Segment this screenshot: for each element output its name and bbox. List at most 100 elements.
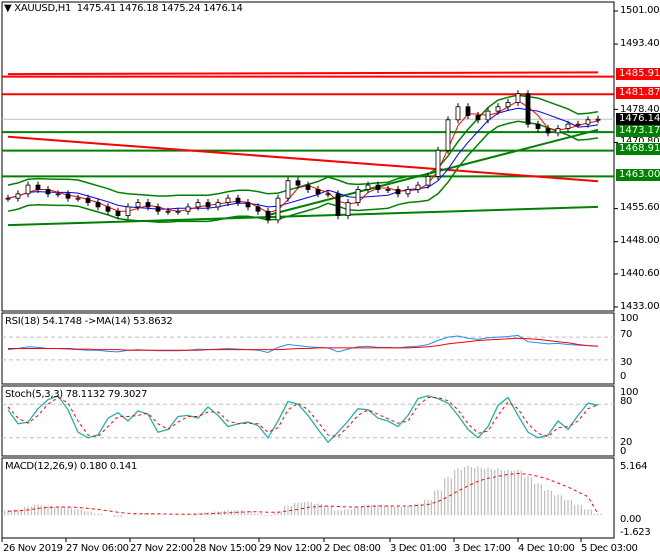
candle-body: [405, 189, 411, 195]
candle-body: [395, 189, 401, 195]
candle-body: [85, 197, 91, 203]
candle-body: [105, 206, 111, 212]
candle-body: [45, 189, 51, 195]
candle-body: [515, 93, 521, 103]
rsi-tick: 70: [620, 329, 633, 340]
stoch-tick: 80: [620, 396, 633, 407]
candle-body: [445, 119, 451, 151]
open-value: 1475.41: [76, 3, 117, 14]
candle-body: [235, 197, 241, 203]
low-value: 1475.24: [161, 3, 201, 14]
x-tick: 3 Dec 17:00: [454, 543, 511, 554]
candle-body: [155, 206, 161, 212]
close-value: 1476.14: [203, 3, 243, 14]
chart-canvas: [1, 1, 618, 542]
candle-body: [135, 202, 141, 208]
x-tick: 29 Nov 12:00: [259, 543, 322, 554]
candle-body: [305, 184, 311, 190]
y-tick: 1440.60: [620, 268, 660, 279]
candle-body: [175, 210, 181, 213]
macd-title: MACD(12,26,9) 0.180 0.141: [5, 461, 138, 472]
candle-body: [245, 202, 251, 208]
candle-body: [165, 210, 171, 213]
candle-body: [595, 118, 601, 121]
macd-tick: 5.164: [620, 461, 648, 472]
candle-body: [485, 110, 491, 121]
candle-body: [65, 193, 71, 199]
candle-body: [465, 106, 471, 116]
candle-body: [295, 180, 301, 186]
candle-body: [125, 206, 131, 216]
candle-body: [195, 202, 201, 208]
candle-body: [335, 193, 341, 216]
candle-body: [55, 193, 61, 196]
candle-body: [275, 197, 281, 221]
chart-window: ▼ XAUUSD,H1 1475.41 1476.18 1475.24 1476…: [0, 0, 660, 560]
candle-body: [525, 93, 531, 125]
candle-body: [285, 180, 291, 199]
candle-body: [535, 123, 541, 129]
candle-body: [455, 106, 461, 121]
candle-body: [565, 123, 571, 129]
x-tick: 27 Nov 22:00: [130, 543, 193, 554]
current-price-tag: 1476.14: [616, 113, 660, 125]
candle-body: [185, 206, 191, 212]
candle-body: [585, 119, 591, 125]
x-tick: 3 Dec 01:00: [390, 543, 447, 554]
level-tag: 1473.17: [616, 125, 660, 137]
candle-body: [345, 202, 351, 216]
level-tag: 1485.91: [616, 68, 660, 80]
stoch-tick: 0: [620, 446, 627, 457]
candle-body: [415, 184, 421, 190]
symbol-label: XAUUSD,H1: [14, 3, 72, 14]
y-tick: 1501.00: [620, 5, 660, 16]
x-tick: 26 Nov 2019: [3, 543, 63, 554]
candle-body: [495, 106, 501, 112]
candle-body: [365, 184, 371, 190]
y-tick: 1433.00: [620, 301, 660, 312]
level-tag: 1468.91: [616, 143, 660, 155]
candle-body: [205, 202, 211, 208]
candle-body: [95, 202, 101, 208]
candle-body: [75, 197, 81, 200]
rsi-tick: 30: [620, 357, 633, 368]
candle-body: [575, 123, 581, 126]
candle-body: [385, 189, 391, 191]
candle-body: [435, 149, 441, 177]
candle-body: [425, 176, 431, 186]
macd-tick: -1.623: [620, 527, 651, 538]
candle-body: [255, 206, 261, 212]
chart-header: ▼ XAUUSD,H1 1475.41 1476.18 1475.24 1476…: [4, 3, 243, 14]
candle-body: [315, 189, 321, 195]
candle-body: [355, 189, 361, 203]
x-tick: 4 Dec 10:00: [518, 543, 575, 554]
candle-body: [555, 128, 561, 134]
candle-body: [5, 197, 11, 200]
candle-body: [25, 184, 31, 195]
x-tick: 5 Dec 03:00: [581, 543, 638, 554]
candle-body: [475, 115, 481, 121]
pane-frame: [1, 1, 615, 312]
candle-body: [225, 197, 231, 203]
level-tag: 1463.00: [616, 169, 660, 181]
rsi-tick: 100: [620, 313, 639, 324]
rsi-tick: 0: [620, 371, 627, 382]
x-tick: 27 Nov 06:00: [66, 543, 129, 554]
candle-body: [545, 128, 551, 134]
candle-body: [265, 210, 271, 221]
stoch-title: Stoch(5,3,3) 78.1132 79.3027: [5, 389, 148, 400]
y-tick: 1455.60: [620, 202, 660, 213]
high-value: 1476.18: [118, 3, 159, 14]
candle-body: [35, 184, 41, 190]
candle-body: [15, 193, 21, 199]
candle-body: [115, 210, 121, 216]
candle-body: [215, 202, 221, 208]
macd-tick: 0.00: [620, 514, 642, 525]
level-tag: 1481.87: [616, 87, 660, 99]
candle-body: [145, 202, 151, 208]
y-tick: 1448.00: [620, 235, 660, 246]
rsi-title: RSI(18) 54.1748 ->MA(14) 53.8632: [5, 316, 173, 327]
candle-body: [505, 102, 511, 108]
x-tick: 28 Nov 15:00: [194, 543, 257, 554]
candle-body: [375, 184, 381, 190]
